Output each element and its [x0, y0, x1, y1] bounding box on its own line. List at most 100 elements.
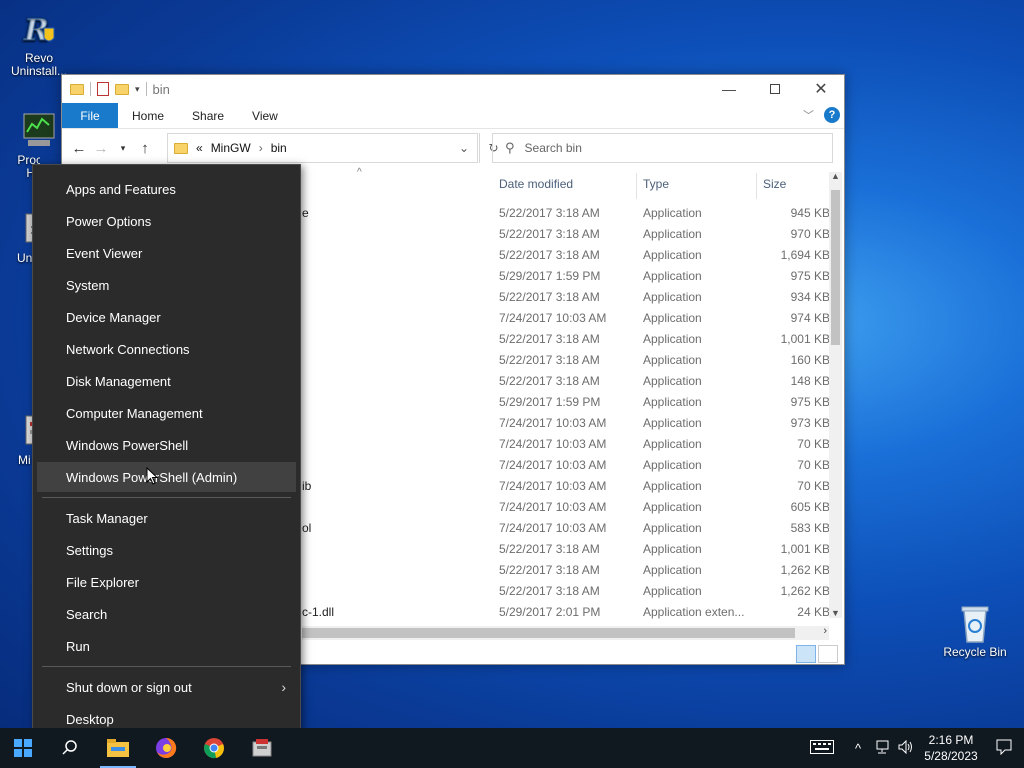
table-row[interactable]: 5/22/2017 3:18 AM Application 160 KB [302, 349, 830, 370]
close-icon: ✕ [814, 81, 828, 98]
table-row[interactable]: 7/24/2017 10:03 AM Application 70 KB [302, 433, 830, 454]
notifications-icon[interactable] [984, 739, 1024, 758]
column-header-type[interactable]: Type [643, 177, 669, 191]
properties-icon[interactable] [97, 82, 109, 96]
menu-item-search[interactable]: Search [37, 599, 296, 629]
date-modified-cell: 7/24/2017 10:03 AM [499, 478, 607, 493]
close-button[interactable]: ✕ [798, 75, 844, 103]
keyboard-icon[interactable] [810, 739, 834, 757]
table-row[interactable]: 5/29/2017 1:59 PM Application 975 KB [302, 265, 830, 286]
start-button[interactable] [0, 728, 46, 768]
large-icons-view-icon[interactable] [818, 645, 838, 663]
file-name-cell: e [302, 205, 309, 220]
taskbar-app[interactable] [238, 728, 286, 768]
help-icon[interactable]: ? [824, 107, 840, 123]
type-cell: Application exten... [643, 604, 745, 619]
minimize-button[interactable]: — [706, 75, 752, 103]
menu-item-run[interactable]: Run [37, 631, 296, 661]
table-row[interactable]: 7/24/2017 10:03 AM Application 70 KB [302, 454, 830, 475]
desktop-icon-revo[interactable]: R Revo Uninstall... [8, 8, 70, 78]
new-folder-icon[interactable] [115, 83, 129, 95]
tab-home[interactable]: Home [118, 103, 178, 128]
tab-view[interactable]: View [238, 103, 292, 128]
horizontal-scrollbar[interactable]: › [302, 625, 829, 640]
breadcrumb-mingw[interactable]: MinGW [211, 141, 251, 155]
date-modified-cell: 5/22/2017 3:18 AM [499, 247, 600, 262]
expand-ribbon-icon[interactable]: ﹀ [803, 107, 814, 123]
table-row[interactable]: 5/29/2017 1:59 PM Application 975 KB [302, 391, 830, 412]
vertical-scrollbar[interactable]: ▲ ▼ [829, 171, 842, 618]
table-row[interactable]: ol 7/24/2017 10:03 AM Application 583 KB [302, 517, 830, 538]
table-row[interactable]: 5/22/2017 3:18 AM Application 934 KB [302, 286, 830, 307]
date-modified-cell: 5/22/2017 3:18 AM [499, 541, 600, 556]
menu-item-power-options[interactable]: Power Options [37, 206, 296, 236]
size-cell: 70 KB [797, 436, 830, 451]
table-row[interactable]: ib 7/24/2017 10:03 AM Application 70 KB [302, 475, 830, 496]
taskbar-chrome[interactable] [190, 728, 238, 768]
scroll-up-icon[interactable]: ▲ [831, 171, 840, 181]
type-cell: Application [643, 457, 702, 472]
table-row[interactable]: 5/22/2017 3:18 AM Application 1,262 KB [302, 580, 830, 601]
table-row[interactable]: 5/22/2017 3:18 AM Application 1,262 KB [302, 559, 830, 580]
menu-item-file-explorer[interactable]: File Explorer [37, 567, 296, 597]
menu-item-system[interactable]: System [37, 270, 296, 300]
table-row[interactable]: 7/24/2017 10:03 AM Application 973 KB [302, 412, 830, 433]
taskbar-firefox[interactable] [142, 728, 190, 768]
chevron-up-icon[interactable]: ^ [846, 741, 870, 756]
menu-item-apps-and-features[interactable]: Apps and Features [37, 174, 296, 204]
menu-item-settings[interactable]: Settings [37, 535, 296, 565]
back-icon[interactable]: ← [68, 140, 90, 157]
size-cell: 974 KB [790, 310, 830, 325]
breadcrumb-bin[interactable]: bin [271, 141, 287, 155]
recent-locations-icon[interactable]: ▾ [112, 143, 134, 154]
tab-file[interactable]: File [62, 103, 118, 128]
column-header-size[interactable]: Size [763, 177, 786, 191]
vertical-scroll-thumb[interactable] [831, 190, 840, 345]
volume-icon[interactable] [894, 739, 918, 757]
clock[interactable]: 2:16 PM 5/28/2023 [918, 732, 984, 764]
column-header-date[interactable]: Date modified [499, 177, 573, 191]
title-bar[interactable]: ▾ bin — ✕ [62, 75, 844, 103]
column-divider[interactable] [636, 173, 637, 199]
customize-qat-icon[interactable]: ▾ [135, 84, 140, 95]
table-row[interactable]: 5/22/2017 3:18 AM Application 1,694 KB [302, 244, 830, 265]
tab-share[interactable]: Share [178, 103, 238, 128]
search-input[interactable]: Search bin [525, 141, 582, 155]
table-row[interactable]: 7/24/2017 10:03 AM Application 974 KB [302, 307, 830, 328]
maximize-button[interactable] [752, 75, 798, 103]
table-row[interactable]: 5/22/2017 3:18 AM Application 970 KB [302, 223, 830, 244]
address-bar[interactable]: « MinGW › bin ⌄ ↻ [167, 133, 499, 163]
desktop-icon-recycle-bin[interactable]: Recycle Bin [940, 602, 1010, 659]
taskbar-file-explorer[interactable] [94, 728, 142, 768]
chevron-right-icon[interactable]: › [259, 141, 263, 155]
scroll-right-icon[interactable]: › [823, 625, 827, 637]
table-row[interactable]: 5/22/2017 3:18 AM Application 1,001 KB [302, 538, 830, 559]
details-view-icon[interactable] [796, 645, 816, 663]
horizontal-scroll-thumb[interactable] [302, 628, 795, 638]
table-row[interactable]: 5/22/2017 3:18 AM Application 1,001 KB [302, 328, 830, 349]
column-divider[interactable] [756, 173, 757, 199]
menu-item-device-manager[interactable]: Device Manager [37, 302, 296, 332]
chevron-down-icon[interactable]: ⌄ [451, 141, 477, 155]
recycle-bin-icon [954, 602, 996, 644]
table-row[interactable]: e 5/22/2017 3:18 AM Application 945 KB [302, 202, 830, 223]
taskbar-search-button[interactable] [46, 728, 94, 768]
file-explorer-icon [107, 739, 129, 757]
scroll-down-icon[interactable]: ▼ [831, 608, 840, 618]
menu-item-shut-down-or-sign-out[interactable]: Shut down or sign out › [37, 672, 296, 702]
table-row[interactable]: 7/24/2017 10:03 AM Application 605 KB [302, 496, 830, 517]
table-row[interactable]: 5/22/2017 3:18 AM Application 148 KB [302, 370, 830, 391]
menu-item-network-connections[interactable]: Network Connections [37, 334, 296, 364]
forward-icon[interactable]: → [90, 140, 112, 157]
menu-item-computer-management[interactable]: Computer Management [37, 398, 296, 428]
menu-item-windows-powershell-admin[interactable]: Windows PowerShell (Admin) [37, 462, 296, 492]
breadcrumb-prefix[interactable]: « [196, 141, 203, 155]
menu-item-disk-management[interactable]: Disk Management [37, 366, 296, 396]
menu-item-event-viewer[interactable]: Event Viewer [37, 238, 296, 268]
menu-item-windows-powershell[interactable]: Windows PowerShell [37, 430, 296, 460]
menu-item-task-manager[interactable]: Task Manager [37, 503, 296, 533]
table-row[interactable]: c-1.dll 5/29/2017 2:01 PM Application exte… [302, 601, 830, 622]
network-icon[interactable] [870, 740, 894, 757]
up-icon[interactable]: ↑ [134, 140, 156, 157]
search-box[interactable]: ⚲ Search bin [492, 133, 833, 163]
